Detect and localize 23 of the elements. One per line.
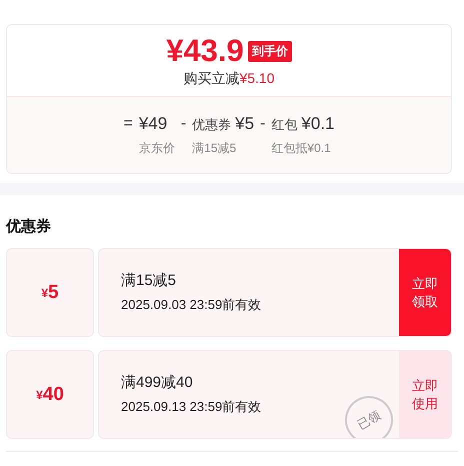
- coupon-action-button[interactable]: 立即领取: [399, 249, 451, 336]
- section-title: 优惠券: [6, 217, 52, 236]
- term-amount: ¥5: [235, 113, 254, 135]
- operator: -: [260, 114, 266, 134]
- coupon-action-button[interactable]: 立即使用: [399, 351, 451, 438]
- coupon-condition: 满499减40: [121, 373, 194, 392]
- coupon-value: ¥40: [6, 350, 94, 439]
- operator: =: [123, 114, 133, 134]
- saving-text: 购买立减¥5.10: [183, 70, 275, 88]
- term-label: 红包: [271, 116, 298, 134]
- term-caption: 京东价: [138, 140, 175, 157]
- coupon-value: ¥5: [6, 248, 94, 337]
- coupon-validity: 2025.09.03 23:59前有效: [121, 296, 262, 314]
- coupon-validity: 2025.09.13 23:59前有效: [121, 398, 262, 416]
- term-caption: 满15减5: [192, 140, 238, 157]
- price-tag: 到手价: [248, 40, 292, 62]
- term-label: 优惠券: [192, 116, 232, 134]
- coupon-condition: 满15减5: [121, 271, 178, 290]
- term-caption: 红包抵¥0.1: [271, 140, 332, 157]
- term-amount: ¥0.1: [301, 113, 334, 135]
- operator: -: [180, 114, 186, 134]
- term-amount: ¥49: [138, 113, 168, 135]
- final-price: ¥43.9: [166, 33, 244, 69]
